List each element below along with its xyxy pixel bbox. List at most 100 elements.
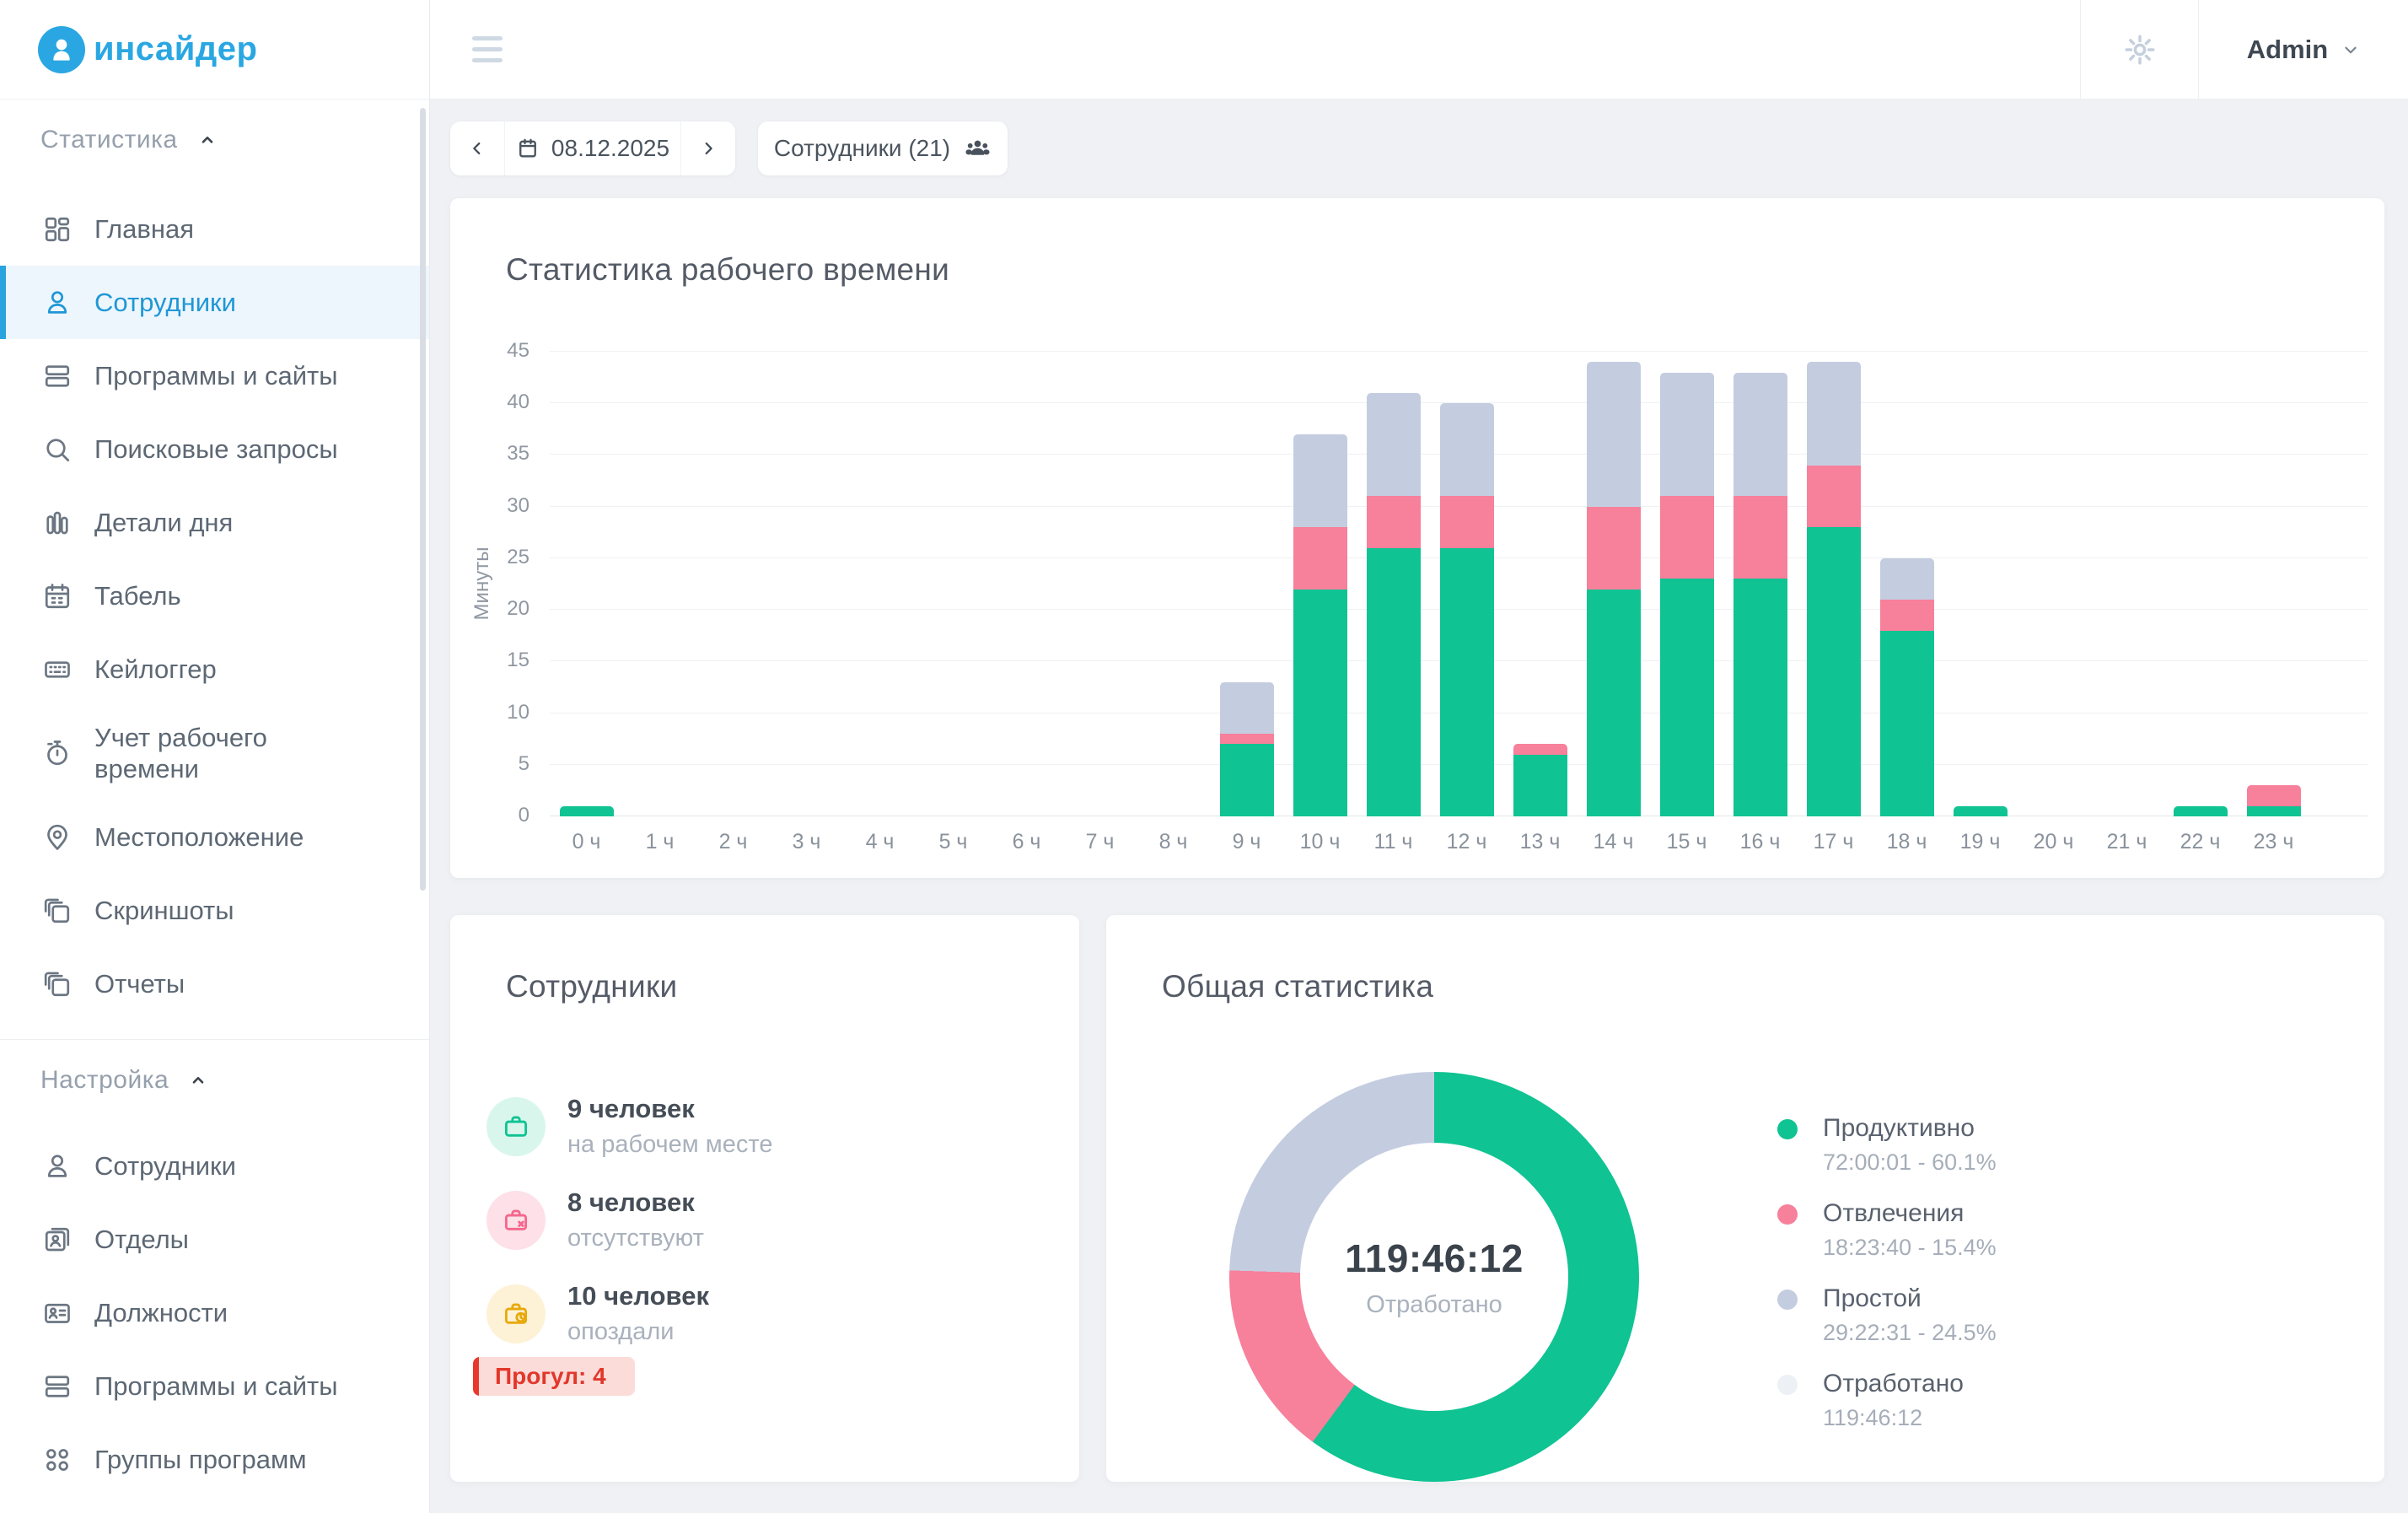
sidebar-item-employees-settings[interactable]: Сотрудники [0, 1129, 429, 1203]
x-tick: 12 ч [1430, 830, 1503, 854]
sidebar-item-label: Программы и сайты [94, 1370, 338, 1402]
chevron-up-icon [189, 1071, 207, 1090]
positions-icon [42, 1298, 73, 1328]
sidebar-item-work-time-tracking[interactable]: Учет рабочего времени [0, 706, 429, 800]
sidebar-item-search-queries[interactable]: Поисковые запросы [0, 412, 429, 486]
x-tick: 11 ч [1357, 830, 1430, 854]
sidebar-item-timesheet[interactable]: Табель [0, 559, 429, 633]
x-tick: 10 ч [1283, 830, 1357, 854]
bar-segment [2247, 806, 2301, 816]
logo[interactable]: инсайдер [0, 0, 429, 100]
sidebar-scrollbar[interactable] [420, 108, 426, 891]
stat-text: 10 человекопоздали [567, 1281, 709, 1346]
bar-stack [2174, 806, 2228, 816]
bar-chart-plot: 0 ч1 ч2 ч3 ч4 ч5 ч6 ч7 ч8 ч9 ч10 ч11 ч12… [550, 352, 2368, 816]
date-prev-button[interactable] [450, 121, 504, 175]
sidebar-item-programs-sites-settings[interactable]: Программы и сайты [0, 1349, 429, 1423]
page: инсайдер СтатистикаГлавнаяСотрудникиПрог… [0, 0, 2408, 1513]
absence-badge: Прогул: 4 [473, 1357, 635, 1396]
x-tick: 2 ч [696, 830, 770, 854]
legend-dot [1777, 1204, 1798, 1225]
sidebar-section-label: Статистика [40, 126, 178, 154]
bar-stack [1220, 682, 1274, 816]
bar-segment [1293, 590, 1347, 816]
stat-count: 10 человек [567, 1281, 709, 1311]
sidebar-section-settings[interactable]: Настройка [0, 1063, 429, 1097]
employees-filter-button[interactable]: Сотрудники (21) [758, 121, 1008, 175]
sidebar-item-positions[interactable]: Должности [0, 1276, 429, 1349]
legend-label: Продуктивно [1823, 1114, 1997, 1143]
date-next-button[interactable] [681, 121, 735, 175]
sidebar-item-label: Группы программ [94, 1444, 307, 1475]
sidebar-item-label: Табель [94, 580, 181, 611]
sidebar-item-location[interactable]: Местоположение [0, 800, 429, 874]
sidebar-item-keylogger[interactable]: Кейлоггер [0, 633, 429, 706]
legend-item: Отвлечения18:23:40 - 15.4% [1777, 1199, 1997, 1261]
sidebar-section-statistics[interactable]: Статистика [0, 123, 429, 157]
bar-segment [1733, 373, 1787, 497]
bar-segment [1513, 755, 1567, 817]
bar-chart-ylabels: 051015202530354045 [450, 352, 541, 816]
bar-segment [560, 806, 614, 816]
bar-segment [1807, 527, 1861, 816]
employees-card-title: Сотрудники [506, 969, 677, 1004]
stat-icon-circle [486, 1284, 546, 1343]
sidebar-item-home[interactable]: Главная [0, 192, 429, 266]
work-time-chart-card: Статистика рабочего времени Минуты 05101… [450, 198, 2384, 878]
employee-stat-row: 10 человекопоздали [486, 1281, 772, 1346]
x-tick: 17 ч [1797, 830, 1870, 854]
donut-center: 119:46:12 Отработано [1300, 1143, 1568, 1411]
settings-button[interactable] [2081, 0, 2198, 99]
header-right: Admin [2080, 0, 2408, 99]
chevron-up-icon [198, 131, 217, 149]
sidebar-item-day-details[interactable]: Детали дня [0, 486, 429, 559]
bar-slot [843, 352, 916, 816]
sidebar-item-reports[interactable]: Отчеты [0, 947, 429, 1020]
date-field[interactable]: 08.12.2025 [504, 121, 681, 175]
sidebar-item-departments[interactable]: Отделы [0, 1203, 429, 1276]
header: Admin [430, 0, 2408, 100]
legend-item: Простой29:22:31 - 24.5% [1777, 1284, 1997, 1346]
sidebar-item-label: Должности [94, 1297, 228, 1328]
chevron-down-icon [2341, 40, 2360, 59]
bar-segment [1220, 734, 1274, 744]
y-tick: 15 [507, 649, 529, 672]
bar-stack [560, 806, 614, 816]
bar-segment [1440, 548, 1494, 816]
bar-segment [2174, 806, 2228, 816]
user-menu[interactable]: Admin [2199, 0, 2408, 99]
menu-icon[interactable] [472, 36, 503, 62]
sidebar-item-program-groups[interactable]: Группы программ [0, 1423, 429, 1496]
briefcase-icon [502, 1112, 530, 1141]
screenshots-icon [42, 896, 73, 926]
bar-segment [1587, 590, 1641, 816]
bar-segment [1367, 496, 1421, 547]
dashboard-icon [42, 214, 73, 245]
bar-segment [1733, 496, 1787, 579]
summary-card-title: Общая статистика [1162, 969, 1433, 1004]
sidebar-item-screenshots[interactable]: Скриншоты [0, 874, 429, 947]
x-tick: 6 ч [990, 830, 1063, 854]
legend-label: Простой [1823, 1284, 1997, 1313]
x-tick: 22 ч [2163, 830, 2237, 854]
bar-slot [1430, 352, 1503, 816]
bar-stack [1513, 744, 1567, 816]
user-icon [42, 288, 73, 318]
bar-stack [1733, 373, 1787, 816]
bar-segment [1293, 434, 1347, 527]
donut-legend: Продуктивно72:00:01 - 60.1%Отвлечения18:… [1777, 1114, 1997, 1455]
x-tick: 5 ч [916, 830, 990, 854]
bar-slot [990, 352, 1063, 816]
bar-chart-bars [550, 352, 2310, 816]
bar-stack [1807, 362, 1861, 816]
sidebar-item-label: Программы и сайты [94, 360, 338, 391]
reports-icon [42, 969, 73, 999]
bar-segment [1587, 362, 1641, 506]
worked-time-value: 119:46:12 [1345, 1236, 1524, 1281]
x-tick: 15 ч [1650, 830, 1723, 854]
sidebar-item-employees[interactable]: Сотрудники [0, 266, 429, 339]
sidebar-item-programs-sites[interactable]: Программы и сайты [0, 339, 429, 412]
employees-filter-label: Сотрудники (21) [774, 135, 950, 162]
logo-text: инсайдер [94, 30, 257, 68]
employee-stat-row: 8 человекотсутствуют [486, 1187, 772, 1252]
